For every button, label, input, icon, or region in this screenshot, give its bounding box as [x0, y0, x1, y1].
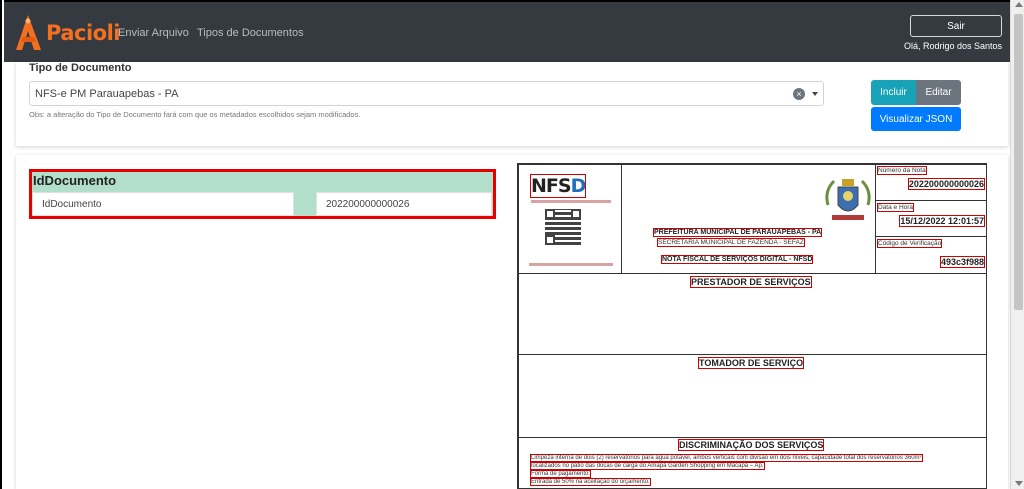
- nfs-document-preview[interactable]: NFSD PREFEITURA MUNICIPAL DE PARAUAPEBAS…: [517, 163, 987, 489]
- header-cell: PREFEITURA MUNICIPAL DE PARAUAPEBAS - PA…: [621, 164, 876, 274]
- data-hora-label: Data e Hora: [876, 203, 915, 212]
- app-window: Pacioli Enviar Arquivo Tipos de Document…: [0, 0, 1024, 489]
- nfs-logo-accent: D: [570, 175, 587, 197]
- qr-caption-line: [529, 263, 613, 266]
- document-type-selected-value: NFS-e PM Parauapebas - PA: [35, 88, 179, 100]
- nota-fiscal-title: NOTA FISCAL DE SERVIÇOS DIGITAL - NFSD: [660, 255, 814, 264]
- secretaria-title: SECRETARIA MUNICIPAL DE FAZENDA - SEFAZ: [657, 238, 805, 247]
- discriminacao-section: DISCRIMINAÇÃO DOS SERVIÇOS Limpeza inter…: [518, 437, 986, 488]
- page-scrollbar[interactable]: [1010, 0, 1024, 489]
- document-type-select[interactable]: NFS-e PM Parauapebas - PA ×: [29, 81, 824, 106]
- pacioli-logo-icon: [16, 15, 41, 50]
- document-type-card: Tipo de Documento NFS-e PM Parauapebas -…: [16, 62, 1008, 146]
- brand-name: Pacioli: [46, 21, 120, 45]
- user-greeting: Olá, Rodrigo dos Santos: [903, 41, 1002, 51]
- field-value-input[interactable]: 202200000000026: [316, 192, 492, 216]
- logout-button[interactable]: Sair: [910, 15, 1002, 37]
- edit-button[interactable]: Editar: [916, 80, 961, 105]
- field-title: IdDocumento: [32, 172, 493, 189]
- logo-caption-line: [531, 200, 611, 203]
- discriminacao-line-1: Limpeza interna de dois (2) reservatório…: [530, 454, 923, 462]
- numero-value: 202200000000026: [907, 178, 986, 190]
- tomador-section: TOMADOR DE SERVIÇO: [518, 354, 986, 438]
- codigo-value: 493c3f988: [939, 256, 986, 268]
- data-hora-value: 15/12/2022 12:01:57: [899, 215, 985, 227]
- data-hora-cell: Data e Hora 15/12/2022 12:01:57: [875, 200, 986, 237]
- metadata-field-iddocumento[interactable]: IdDocumento IdDocumento 202200000000026: [29, 169, 496, 219]
- view-json-button[interactable]: Visualizar JSON: [871, 107, 961, 131]
- numero-cell: Número da Nota 202200000000026: [875, 164, 986, 201]
- top-navbar: Pacioli Enviar Arquivo Tipos de Document…: [4, 0, 1010, 62]
- nav-link-enviar-arquivo[interactable]: Enviar Arquivo: [118, 27, 189, 39]
- numero-label: Número da Nota: [877, 166, 927, 175]
- qr-code-icon: [545, 209, 581, 245]
- prestador-section: PRESTADOR DE SERVIÇOS: [518, 273, 986, 355]
- discriminacao-line-4: Entrada de 50% na aceitação do orçamento…: [530, 478, 651, 486]
- scroll-up-arrow-icon[interactable]: [1015, 2, 1023, 7]
- logo-cell: NFSD: [518, 164, 622, 274]
- scroll-down-arrow-icon[interactable]: [1015, 481, 1023, 486]
- include-button[interactable]: Incluir: [871, 80, 916, 105]
- brand[interactable]: Pacioli: [14, 11, 120, 55]
- codigo-cell: Código de Verificação 493c3f988: [875, 236, 986, 274]
- nav-link-tipos-documentos[interactable]: Tipos de Documentos: [197, 27, 304, 39]
- codigo-label: Código de Verificação: [876, 239, 943, 248]
- nfs-logo-text: NFS: [531, 175, 572, 197]
- discriminacao-line-3: Forma de pagamento:: [529, 470, 592, 478]
- document-type-note: Obs: a alteração do Tipo de Documento fa…: [29, 110, 361, 119]
- tomador-title: TOMADOR DE SERVIÇO: [697, 357, 805, 369]
- discriminacao-title: DISCRIMINAÇÃO DOS SERVIÇOS: [677, 439, 825, 451]
- prestador-title: PRESTADOR DE SERVIÇOS: [690, 276, 812, 288]
- scrollbar-thumb[interactable]: [1014, 14, 1023, 310]
- document-type-label: Tipo de Documento: [29, 62, 132, 74]
- field-name-input[interactable]: IdDocumento: [32, 192, 294, 216]
- nfs-logo: NFSD: [529, 174, 587, 198]
- coat-of-arms-icon: [825, 179, 871, 220]
- chevron-down-icon[interactable]: [812, 92, 818, 96]
- discriminacao-line-2: localizados no pátio das docas de carga …: [530, 462, 765, 470]
- prefeitura-title: PREFEITURA MUNICIPAL DE PARAUAPEBAS - PA: [652, 228, 823, 237]
- clear-selection-icon[interactable]: ×: [793, 88, 805, 100]
